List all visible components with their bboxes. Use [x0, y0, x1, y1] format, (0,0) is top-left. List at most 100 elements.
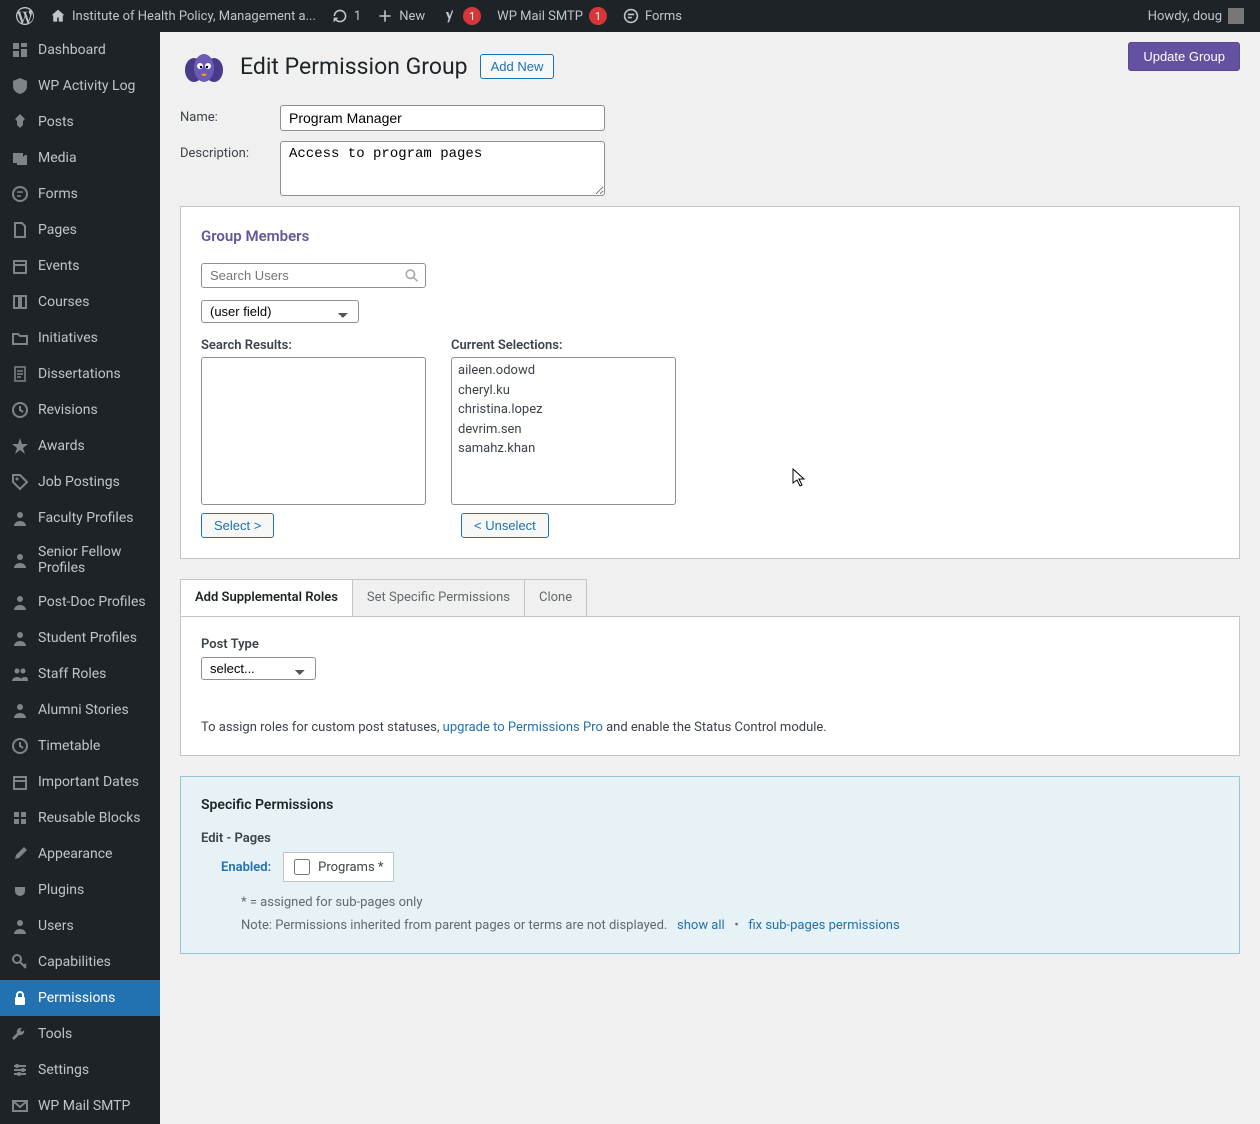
sidebar-item-timetable[interactable]: Timetable	[0, 728, 160, 764]
star-icon	[10, 436, 30, 456]
sidebar-item-senior-fellow-profiles[interactable]: Senior Fellow Profiles	[0, 536, 160, 584]
supplemental-roles-panel: Post Type select... To assign roles for …	[180, 616, 1240, 756]
sidebar-item-media[interactable]: Media	[0, 140, 160, 176]
add-new-button[interactable]: Add New	[480, 54, 555, 79]
page-icon	[10, 220, 30, 240]
sidebar-item-post-doc-profiles[interactable]: Post-Doc Profiles	[0, 584, 160, 620]
enabled-label: Enabled:	[221, 860, 271, 875]
tab-add-supplemental-roles[interactable]: Add Supplemental Roles	[180, 579, 353, 616]
selection-item[interactable]: christina.lopez	[458, 400, 669, 420]
sidebar-item-job-postings[interactable]: Job Postings	[0, 464, 160, 500]
user-field-select[interactable]: (user field)	[201, 300, 359, 323]
sidebar-item-awards[interactable]: Awards	[0, 428, 160, 464]
sidebar-item-wp-activity-log[interactable]: WP Activity Log	[0, 68, 160, 104]
sidebar-item-label: Post-Doc Profiles	[38, 594, 146, 610]
dashboard-icon	[10, 40, 30, 60]
show-all-link[interactable]: show all	[677, 918, 725, 933]
current-selections-list[interactable]: aileen.odowdcheryl.kuchristina.lopezdevr…	[451, 357, 676, 505]
programs-checkbox[interactable]	[294, 859, 310, 875]
search-results-list[interactable]	[201, 357, 426, 505]
wp-logo[interactable]	[8, 0, 42, 32]
search-icon	[404, 268, 420, 284]
user-icon	[10, 628, 30, 648]
wp-mail-smtp-label: WP Mail SMTP	[497, 9, 583, 24]
sidebar-item-dissertations[interactable]: Dissertations	[0, 356, 160, 392]
selection-item[interactable]: samahz.khan	[458, 439, 669, 459]
key-icon	[10, 952, 30, 972]
sliders-icon	[10, 1060, 30, 1080]
howdy-text: Howdy, doug	[1148, 9, 1222, 24]
clock-icon	[10, 400, 30, 420]
sidebar-item-forms[interactable]: Forms	[0, 176, 160, 212]
yoast-badge: 1	[463, 7, 481, 25]
tab-clone[interactable]: Clone	[524, 579, 587, 616]
search-users-input[interactable]	[201, 263, 426, 288]
tabs-container: Add Supplemental RolesSet Specific Permi…	[180, 579, 1240, 756]
sidebar-item-dashboard[interactable]: Dashboard	[0, 32, 160, 68]
tag-icon	[10, 472, 30, 492]
sidebar-item-capabilities[interactable]: Capabilities	[0, 944, 160, 980]
sidebar-item-label: Plugins	[38, 882, 84, 898]
sidebar-item-pages[interactable]: Pages	[0, 212, 160, 248]
sidebar-item-events[interactable]: Events	[0, 248, 160, 284]
search-results-label: Search Results:	[201, 338, 426, 353]
sidebar-item-initiatives[interactable]: Initiatives	[0, 320, 160, 356]
sidebar-item-revisions[interactable]: Revisions	[0, 392, 160, 428]
fix-subpages-link[interactable]: fix sub-pages permissions	[748, 918, 899, 933]
sidebar-item-reusable-blocks[interactable]: Reusable Blocks	[0, 800, 160, 836]
sidebar-item-staff-roles[interactable]: Staff Roles	[0, 656, 160, 692]
updates-link[interactable]: 1	[324, 0, 369, 32]
yoast-link[interactable]: 1	[433, 0, 489, 32]
tab-set-specific-permissions[interactable]: Set Specific Permissions	[352, 579, 525, 616]
wp-mail-smtp-link[interactable]: WP Mail SMTP 1	[489, 0, 615, 32]
selection-item[interactable]: aileen.odowd	[458, 361, 669, 381]
folder-icon	[10, 328, 30, 348]
sidebar-item-label: Dashboard	[38, 42, 106, 58]
user-icon	[10, 700, 30, 720]
description-input[interactable]	[280, 141, 605, 196]
home-icon	[50, 8, 66, 24]
calendar-icon	[10, 256, 30, 276]
sidebar-item-tools[interactable]: Tools	[0, 1016, 160, 1052]
sidebar-item-plugins[interactable]: Plugins	[0, 872, 160, 908]
forms-label: Forms	[645, 9, 682, 24]
name-input[interactable]	[280, 105, 605, 131]
site-link[interactable]: Institute of Health Policy, Management a…	[42, 0, 324, 32]
admin-bar-right: Howdy, doug	[1140, 0, 1252, 32]
selection-item[interactable]: devrim.sen	[458, 420, 669, 440]
select-button[interactable]: Select >	[201, 513, 274, 538]
sidebar-item-permissions[interactable]: Permissions	[0, 980, 160, 1016]
pin-icon	[10, 112, 30, 132]
plus-icon	[377, 8, 393, 24]
post-type-label: Post Type	[201, 637, 1219, 652]
sidebar-item-label: Posts	[38, 114, 74, 130]
sidebar-item-settings[interactable]: Settings	[0, 1052, 160, 1088]
sidebar-item-label: Users	[38, 918, 74, 934]
unselect-button[interactable]: < Unselect	[461, 513, 549, 538]
sidebar-item-faculty-profiles[interactable]: Faculty Profiles	[0, 500, 160, 536]
brush-icon	[10, 844, 30, 864]
avatar	[1228, 8, 1244, 24]
sidebar-item-courses[interactable]: Courses	[0, 284, 160, 320]
specific-permissions-box: Specific Permissions Edit - Pages Enable…	[180, 776, 1240, 954]
footnote-inherited: Note: Permissions inherited from parent …	[241, 918, 667, 933]
upgrade-link[interactable]: upgrade to Permissions Pro	[443, 720, 603, 735]
update-group-button[interactable]: Update Group	[1128, 42, 1240, 71]
sidebar-item-label: Settings	[38, 1062, 89, 1078]
sidebar-item-student-profiles[interactable]: Student Profiles	[0, 620, 160, 656]
sidebar-item-users[interactable]: Users	[0, 908, 160, 944]
howdy-link[interactable]: Howdy, doug	[1140, 0, 1252, 32]
sidebar-item-important-dates[interactable]: Important Dates	[0, 764, 160, 800]
sidebar-item-alumni-stories[interactable]: Alumni Stories	[0, 692, 160, 728]
forms-link[interactable]: Forms	[615, 0, 690, 32]
post-type-select[interactable]: select...	[201, 657, 316, 680]
site-name: Institute of Health Policy, Management a…	[72, 9, 316, 24]
selection-item[interactable]: cheryl.ku	[458, 381, 669, 401]
sidebar-item-wp-mail-smtp[interactable]: WP Mail SMTP	[0, 1088, 160, 1124]
group-members-title: Group Members	[201, 227, 1219, 245]
programs-chip[interactable]: Programs *	[283, 852, 394, 882]
plug-icon	[10, 880, 30, 900]
sidebar-item-appearance[interactable]: Appearance	[0, 836, 160, 872]
new-content[interactable]: New	[369, 0, 433, 32]
sidebar-item-posts[interactable]: Posts	[0, 104, 160, 140]
